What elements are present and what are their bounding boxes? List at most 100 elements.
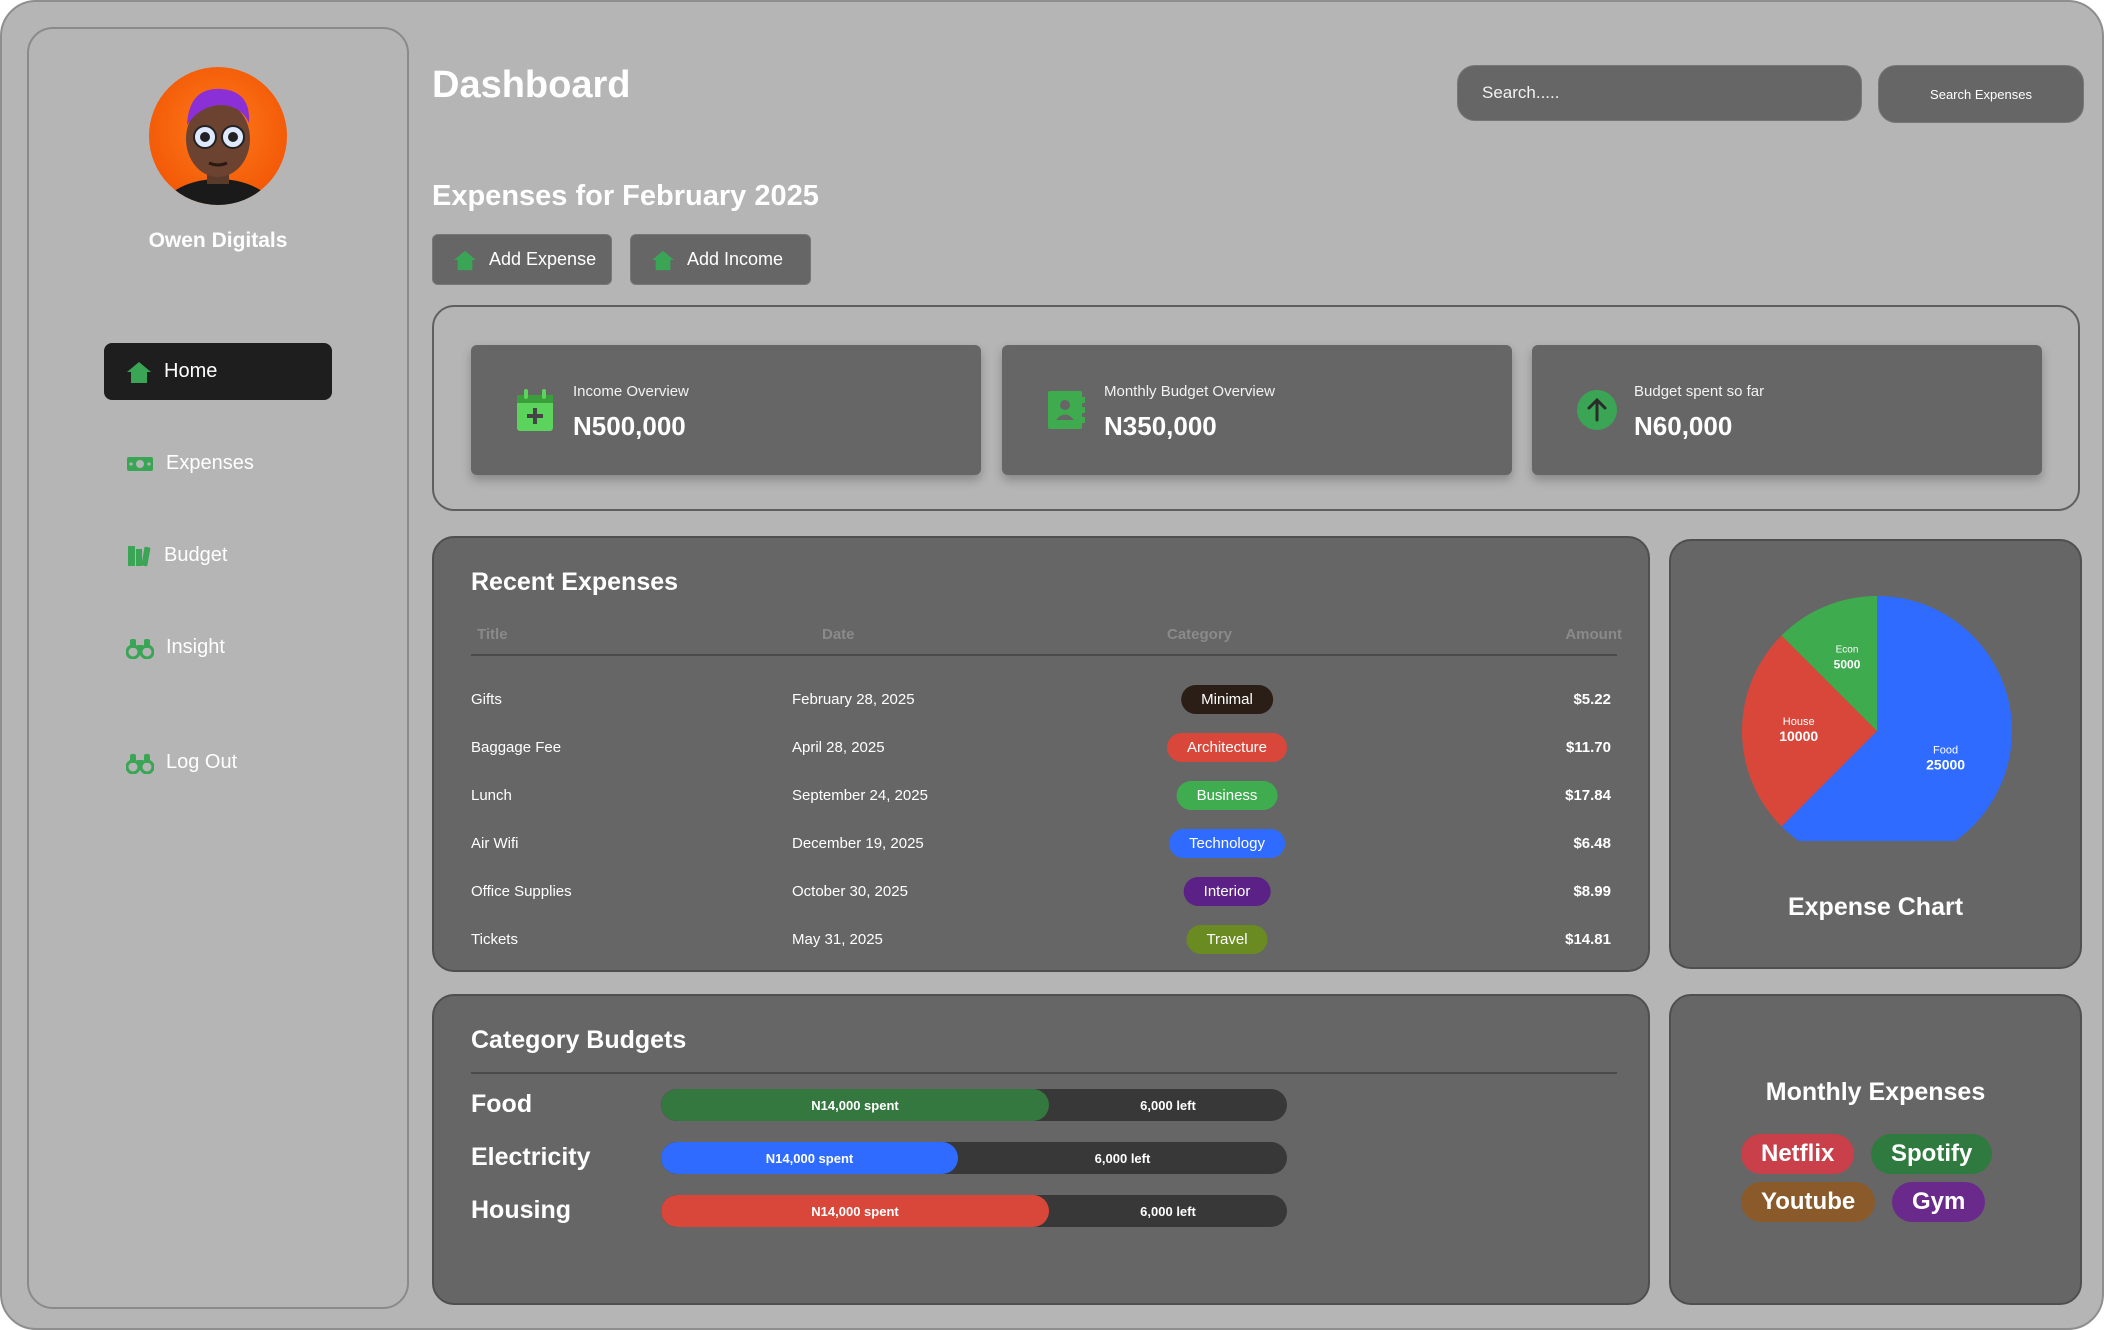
cell-title: Lunch	[471, 787, 512, 804]
category-badge[interactable]: Architecture	[1166, 733, 1288, 762]
cell-title: Gifts	[471, 691, 502, 708]
cell-amount: $14.81	[1565, 931, 1611, 948]
cell-date: April 28, 2025	[792, 739, 885, 756]
panel-title: Category Budgets	[471, 1026, 687, 1054]
budget-left-text: 6,000 left	[1140, 1097, 1196, 1113]
category-badge[interactable]: Travel	[1186, 925, 1268, 954]
cell-title: Air Wifi	[471, 835, 519, 852]
budget-progress-bar: N14,000 spent 6,000 left	[661, 1195, 1287, 1227]
binoculars-icon	[126, 638, 154, 659]
sidebar-item-label: Home	[164, 360, 218, 382]
stats-panel: Income Overview N500,000 Monthly Budget …	[432, 305, 2080, 511]
stat-value: N350,000	[1104, 411, 1217, 441]
calendar-plus-icon	[517, 389, 553, 431]
budget-spent-text: N14,000 spent	[811, 1203, 899, 1219]
cell-date: September 24, 2025	[792, 787, 928, 804]
stat-value: N60,000	[1634, 411, 1733, 441]
chip-gym[interactable]: Gym	[1892, 1182, 1986, 1222]
category-badge[interactable]: Interior	[1183, 877, 1271, 906]
monthly-expenses-panel: Monthly Expenses Netflix Spotify Youtube…	[1669, 994, 2082, 1305]
pie-label-name: Econ	[1836, 645, 1859, 656]
search-expenses-button[interactable]: Search Expenses	[1878, 65, 2084, 123]
chip-spotify[interactable]: Spotify	[1871, 1134, 1993, 1174]
income-overview-card: Income Overview N500,000	[471, 345, 981, 475]
expense-pie-chart: Food25000 House10000 Econ 5000	[1742, 596, 2013, 841]
sidebar-item-label: Insight	[166, 636, 225, 658]
sidebar-item-expenses[interactable]: Expenses	[104, 435, 332, 492]
profile-name: Owen Digitals	[148, 229, 288, 252]
section-divider	[471, 1072, 1617, 1074]
stat-value: N500,000	[573, 411, 686, 441]
cell-date: May 31, 2025	[792, 931, 883, 948]
cell-amount: $6.48	[1573, 835, 1611, 852]
cell-date: February 28, 2025	[792, 691, 915, 708]
sidebar-item-budget[interactable]: Budget	[104, 527, 332, 584]
section-title: Expenses for February 2025	[432, 180, 819, 212]
sidebar-item-label: Expenses	[166, 452, 254, 474]
sidebar-item-logout[interactable]: Log Out	[104, 734, 332, 791]
column-header-category: Category	[1167, 626, 1233, 643]
app-window: Owen Digitals Home Expenses Budget Insig…	[0, 0, 2104, 1330]
sidebar-item-label: Log Out	[166, 751, 238, 773]
budget-left-text: 6,000 left	[1140, 1203, 1196, 1219]
stat-label: Monthly Budget Overview	[1104, 383, 1275, 400]
cell-date: October 30, 2025	[792, 883, 908, 900]
budget-category-label: Housing	[471, 1196, 571, 1224]
cell-date: December 19, 2025	[792, 835, 924, 852]
home-icon	[127, 361, 151, 383]
pie-label-value: 5000	[1834, 658, 1861, 672]
column-header-date: Date	[822, 626, 855, 643]
add-expense-button[interactable]: Add Expense	[432, 234, 612, 285]
stat-label: Budget spent so far	[1634, 383, 1765, 400]
cell-amount: $17.84	[1565, 787, 1611, 804]
panel-title: Monthly Expenses	[1765, 1078, 1986, 1106]
chart-title: Expense Chart	[1787, 893, 1964, 921]
table-row[interactable]	[471, 821, 1617, 861]
budget-spent-card: Budget spent so far N60,000	[1532, 345, 2042, 475]
recent-expenses-panel: Recent Expenses Title Date Category Amou…	[432, 536, 1650, 972]
sidebar-item-home[interactable]: Home	[104, 343, 332, 400]
budget-spent-text: N14,000 spent	[765, 1150, 854, 1166]
table-row[interactable]	[471, 725, 1617, 765]
category-badge[interactable]: Business	[1176, 781, 1278, 810]
pie-label-value: 10000	[1779, 728, 1818, 744]
page-title: Dashboard	[432, 64, 631, 106]
cell-title: Office Supplies	[471, 883, 572, 900]
contact-book-icon	[1048, 391, 1085, 429]
avatar[interactable]	[149, 67, 287, 205]
chip-youtube[interactable]: Youtube	[1741, 1182, 1876, 1222]
cell-amount: $5.22	[1573, 691, 1611, 708]
budget-progress-bar: N14,000 spent 6,000 left	[661, 1089, 1287, 1121]
budget-progress-bar: N14,000 spent 6,000 left	[661, 1142, 1287, 1174]
pie-label-name: Food	[1933, 744, 1958, 756]
panel-title: Recent Expenses	[471, 568, 679, 596]
sidebar: Owen Digitals Home Expenses Budget Insig…	[27, 27, 409, 1309]
table-divider	[471, 654, 1617, 656]
category-budgets-panel: Category Budgets Food N14,000 spent 6,000 …	[432, 994, 1650, 1305]
add-expense-label: Add Expense	[489, 249, 597, 269]
monthly-budget-card: Monthly Budget Overview N350,000	[1002, 345, 1512, 475]
add-income-button[interactable]: Add Income	[630, 234, 811, 285]
sidebar-item-insight[interactable]: Insight	[104, 619, 332, 676]
budget-category-label: Food	[471, 1090, 533, 1118]
stat-label: Income Overview	[573, 383, 689, 400]
avatar-illustration	[161, 88, 275, 205]
table-row[interactable]	[471, 869, 1617, 909]
books-icon	[128, 545, 151, 566]
category-badge[interactable]: Minimal	[1181, 685, 1273, 714]
table-row[interactable]	[471, 677, 1617, 717]
budget-spent-text: N14,000 spent	[811, 1097, 899, 1113]
search-input[interactable]	[1457, 65, 1862, 121]
cell-title: Tickets	[471, 931, 518, 948]
budget-category-label: Electricity	[471, 1143, 591, 1171]
cell-amount: $8.99	[1573, 883, 1611, 900]
pie-label-name: House	[1783, 716, 1815, 728]
table-row[interactable]	[471, 917, 1617, 957]
table-row[interactable]	[471, 773, 1617, 813]
expense-chart-panel: Food 25000 House 10000 Econ 5000 Expense Char…	[1669, 539, 2082, 969]
pie-label-value: 25000	[1926, 756, 1965, 772]
category-badge[interactable]: Technology	[1169, 829, 1285, 858]
chip-netflix[interactable]: Netflix	[1741, 1134, 1855, 1174]
binoculars-icon	[126, 753, 154, 774]
sidebar-item-label: Budget	[164, 544, 228, 566]
